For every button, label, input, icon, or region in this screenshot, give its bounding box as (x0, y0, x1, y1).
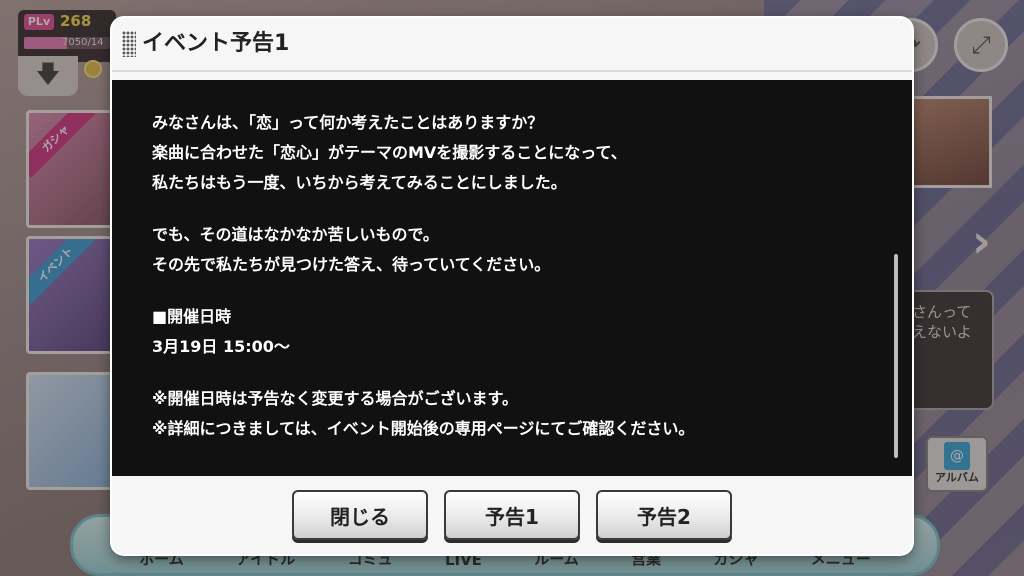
body-line: みなさんは、「恋」って何か考えたことはありますか？ (152, 113, 544, 132)
dialog-header: イベント予告1 (112, 18, 912, 72)
body-line: 私たちはもう一度、いちから考えてみることにしました。 (152, 173, 567, 192)
dialog-footer: 閉じる 予告1 予告2 (112, 476, 912, 554)
dialog-title: イベント予告1 (142, 31, 290, 56)
dialog-text: みなさんは、「恋」って何か考えたことはありますか？ 楽曲に合わせた「恋心」がテー… (152, 108, 872, 444)
scrollbar[interactable] (894, 92, 898, 464)
preview1-button[interactable]: 予告1 (444, 490, 580, 540)
schedule-value: 3月19日 15:00〜 (152, 337, 290, 356)
body-line: でも、その道はなかなか苦しいもので。 (152, 225, 439, 244)
close-button[interactable]: 閉じる (292, 490, 428, 540)
dialog-body[interactable]: みなさんは、「恋」って何か考えたことはありますか？ 楽曲に合わせた「恋心」がテー… (112, 80, 912, 476)
grip-dots-icon (122, 31, 136, 57)
note-line: ※詳細につきましては、イベント開始後の専用ページにてご確認ください。 (152, 419, 695, 438)
scrollbar-thumb[interactable] (894, 254, 898, 458)
body-line: 楽曲に合わせた「恋心」がテーマのMVを撮影することになって、 (152, 143, 627, 162)
event-preview-dialog: イベント予告1 みなさんは、「恋」って何か考えたことはありますか？ 楽曲に合わせ… (112, 18, 912, 554)
note-line: ※開催日時は予告なく変更する場合がございます。 (152, 389, 518, 408)
body-line: その先で私たちが見つけた答え、待っていてください。 (152, 255, 551, 274)
schedule-heading: ■開催日時 (152, 307, 232, 326)
preview2-button[interactable]: 予告2 (596, 490, 732, 540)
